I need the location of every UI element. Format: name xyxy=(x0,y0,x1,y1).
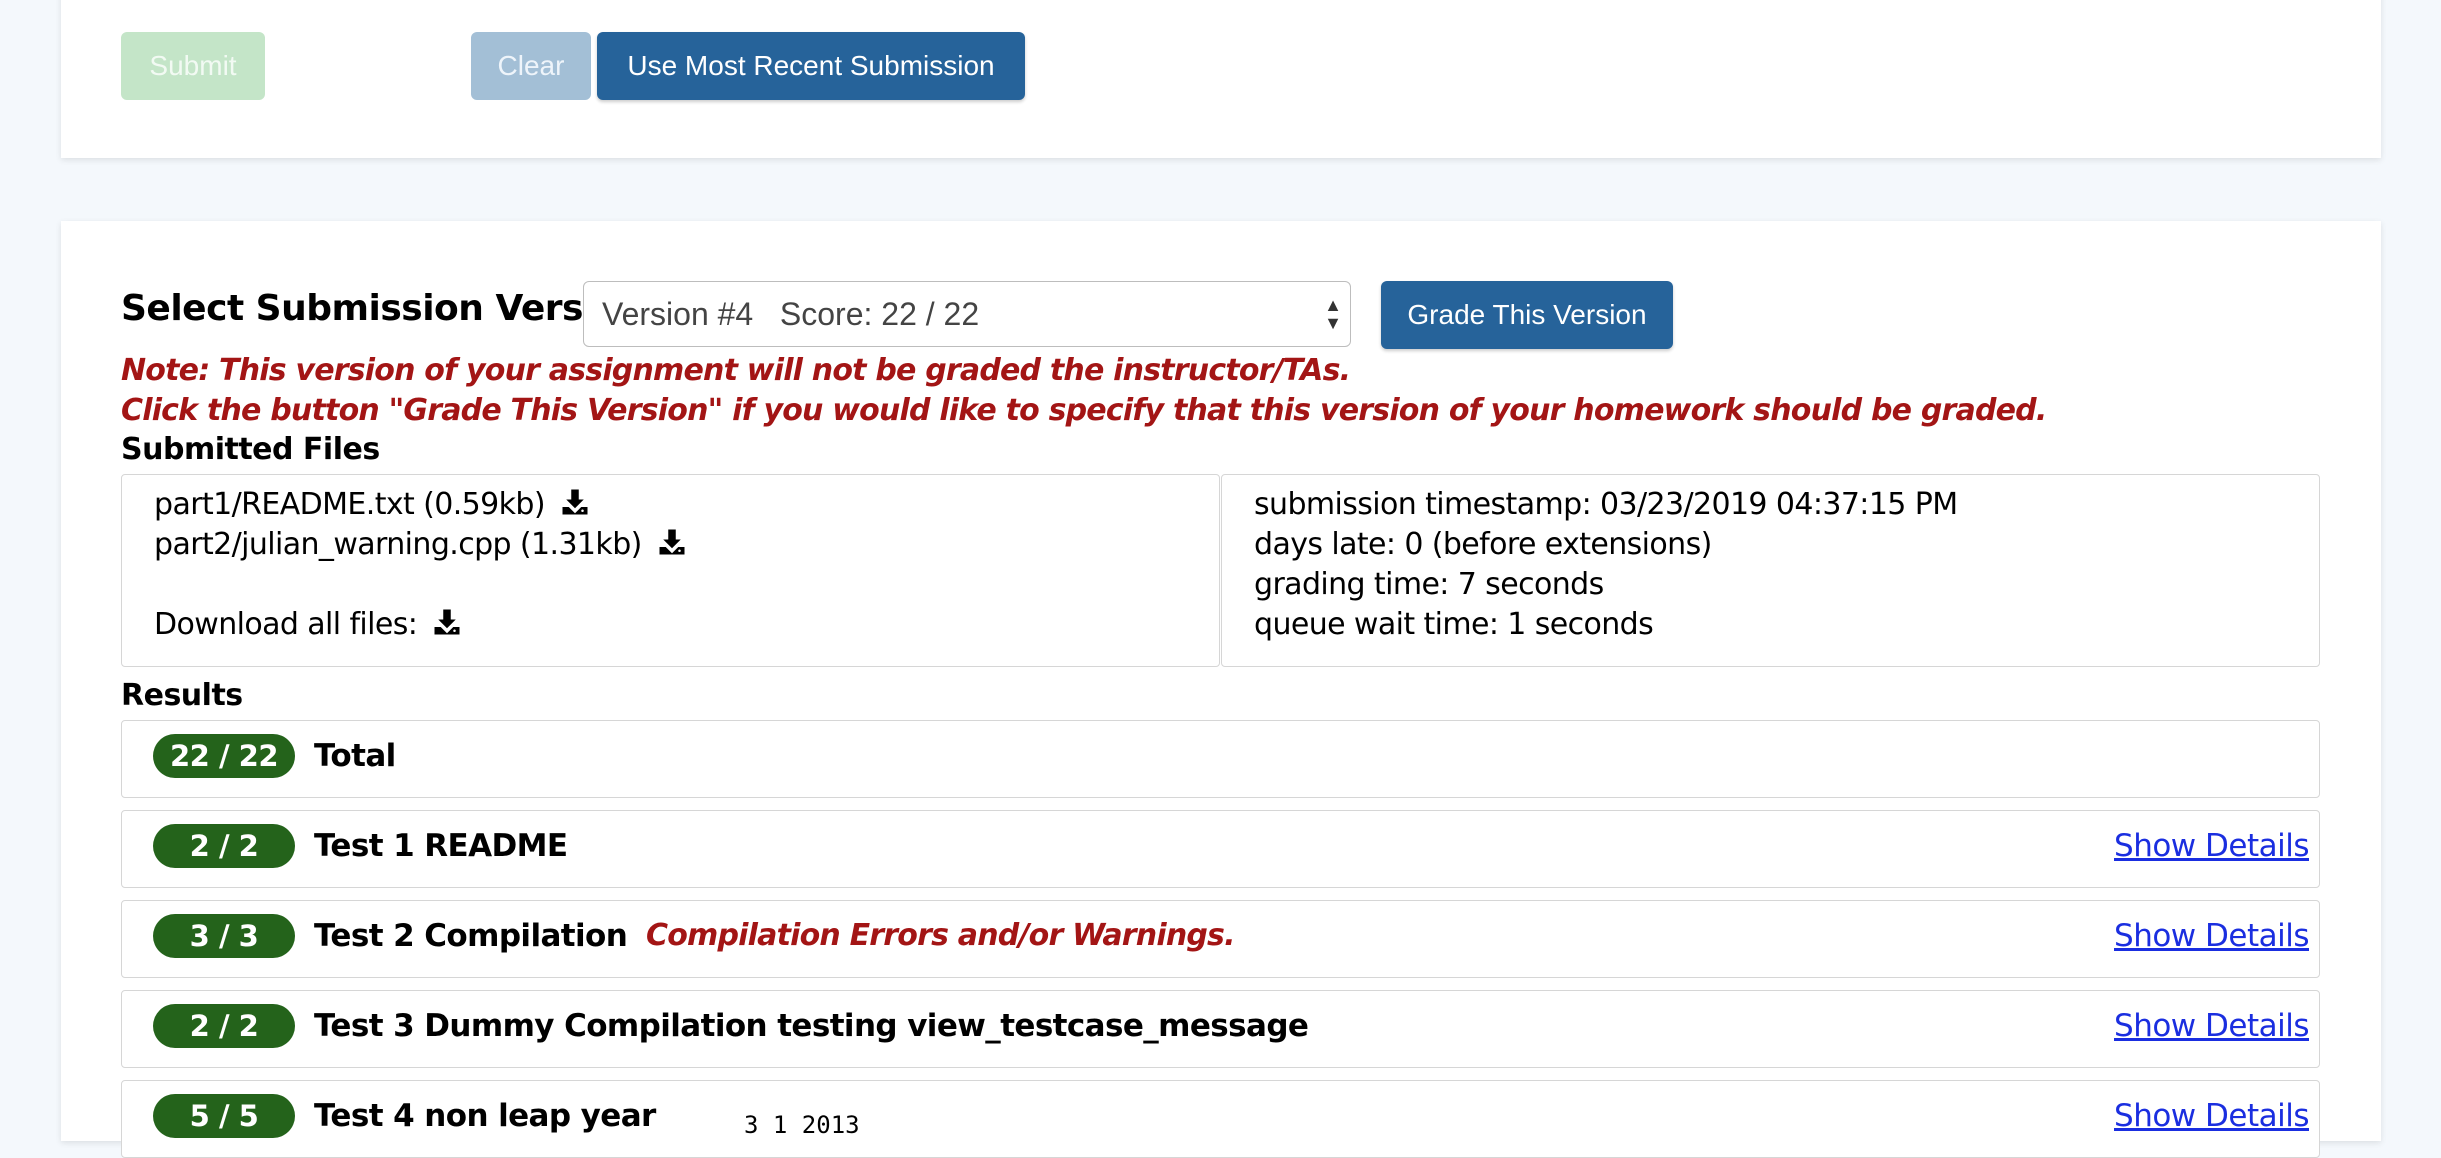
score-badge: 2 / 2 xyxy=(153,1004,295,1048)
test-arguments: 3 1 2013 xyxy=(744,1111,860,1139)
download-all-files: Download all files: xyxy=(154,607,462,642)
file-item: part2/julian_warning.cpp (1.31kb) xyxy=(154,527,687,562)
not-graded-note: Note: This version of your assignment wi… xyxy=(121,353,1351,388)
clear-button[interactable]: Clear xyxy=(471,32,591,100)
version-select[interactable]: Version #4 Score: 22 / 22 ▲ ▼ xyxy=(583,281,1351,347)
grading-time: grading time: 7 seconds xyxy=(1254,567,1604,602)
submit-button[interactable]: Submit xyxy=(121,32,265,100)
score-badge: 2 / 2 xyxy=(153,824,295,868)
download-icon[interactable] xyxy=(657,527,687,557)
show-details-link[interactable]: Show Details xyxy=(2114,824,2309,868)
download-icon[interactable] xyxy=(560,487,590,517)
results-title: Results xyxy=(121,678,243,713)
submitted-files-list: part1/README.txt (0.59kb) part2/julian_w… xyxy=(121,474,1220,667)
grade-instruction-note: Click the button "Grade This Version" if… xyxy=(121,393,2047,428)
file-item: part1/README.txt (0.59kb) xyxy=(154,487,590,522)
version-select-value: Version #4 Score: 22 / 22 xyxy=(602,296,980,332)
result-row: 5 / 5 Test 4 non leap year 3 1 2013 Show… xyxy=(121,1080,2320,1158)
result-row-total: 22 / 22 Total xyxy=(121,720,2320,798)
result-row: 2 / 2 Test 3 Dummy Compilation testing v… xyxy=(121,990,2320,1068)
result-label: Total xyxy=(314,738,396,774)
days-late: days late: 0 (before extensions) xyxy=(1254,527,1712,562)
score-badge: 22 / 22 xyxy=(153,734,295,778)
score-badge: 3 / 3 xyxy=(153,914,295,958)
submission-info: submission timestamp: 03/23/2019 04:37:1… xyxy=(1221,474,2320,667)
grade-this-version-button[interactable]: Grade This Version xyxy=(1381,281,1673,349)
test-name: Test 2 Compilation xyxy=(314,918,628,954)
result-row: 2 / 2 Test 1 README Show Details xyxy=(121,810,2320,888)
version-select-label: Select Submission Version: xyxy=(121,288,659,329)
download-all-label: Download all files: xyxy=(154,607,418,642)
compilation-warning: Compilation Errors and/or Warnings. xyxy=(646,918,1236,953)
queue-wait-time: queue wait time: 1 seconds xyxy=(1254,607,1654,642)
show-details-link[interactable]: Show Details xyxy=(2114,914,2309,958)
test-name: Test 1 README xyxy=(314,828,568,864)
file-name: part1/README.txt (0.59kb) xyxy=(154,487,546,522)
submitted-files-title: Submitted Files xyxy=(121,432,380,467)
show-details-link[interactable]: Show Details xyxy=(2114,1004,2309,1048)
submission-timestamp: submission timestamp: 03/23/2019 04:37:1… xyxy=(1254,487,1958,522)
score-badge: 5 / 5 xyxy=(153,1094,295,1138)
use-most-recent-submission-button[interactable]: Use Most Recent Submission xyxy=(597,32,1025,100)
show-details-link[interactable]: Show Details xyxy=(2114,1094,2309,1138)
download-icon[interactable] xyxy=(432,607,462,637)
result-row: 3 / 3 Test 2 Compilation Compilation Err… xyxy=(121,900,2320,978)
test-name: Test 4 non leap year xyxy=(314,1098,656,1134)
test-name: Test 3 Dummy Compilation testing view_te… xyxy=(314,1008,1309,1044)
submit-panel xyxy=(61,0,2381,158)
file-name: part2/julian_warning.cpp (1.31kb) xyxy=(154,527,642,562)
select-arrows-icon: ▲ ▼ xyxy=(1324,295,1342,333)
